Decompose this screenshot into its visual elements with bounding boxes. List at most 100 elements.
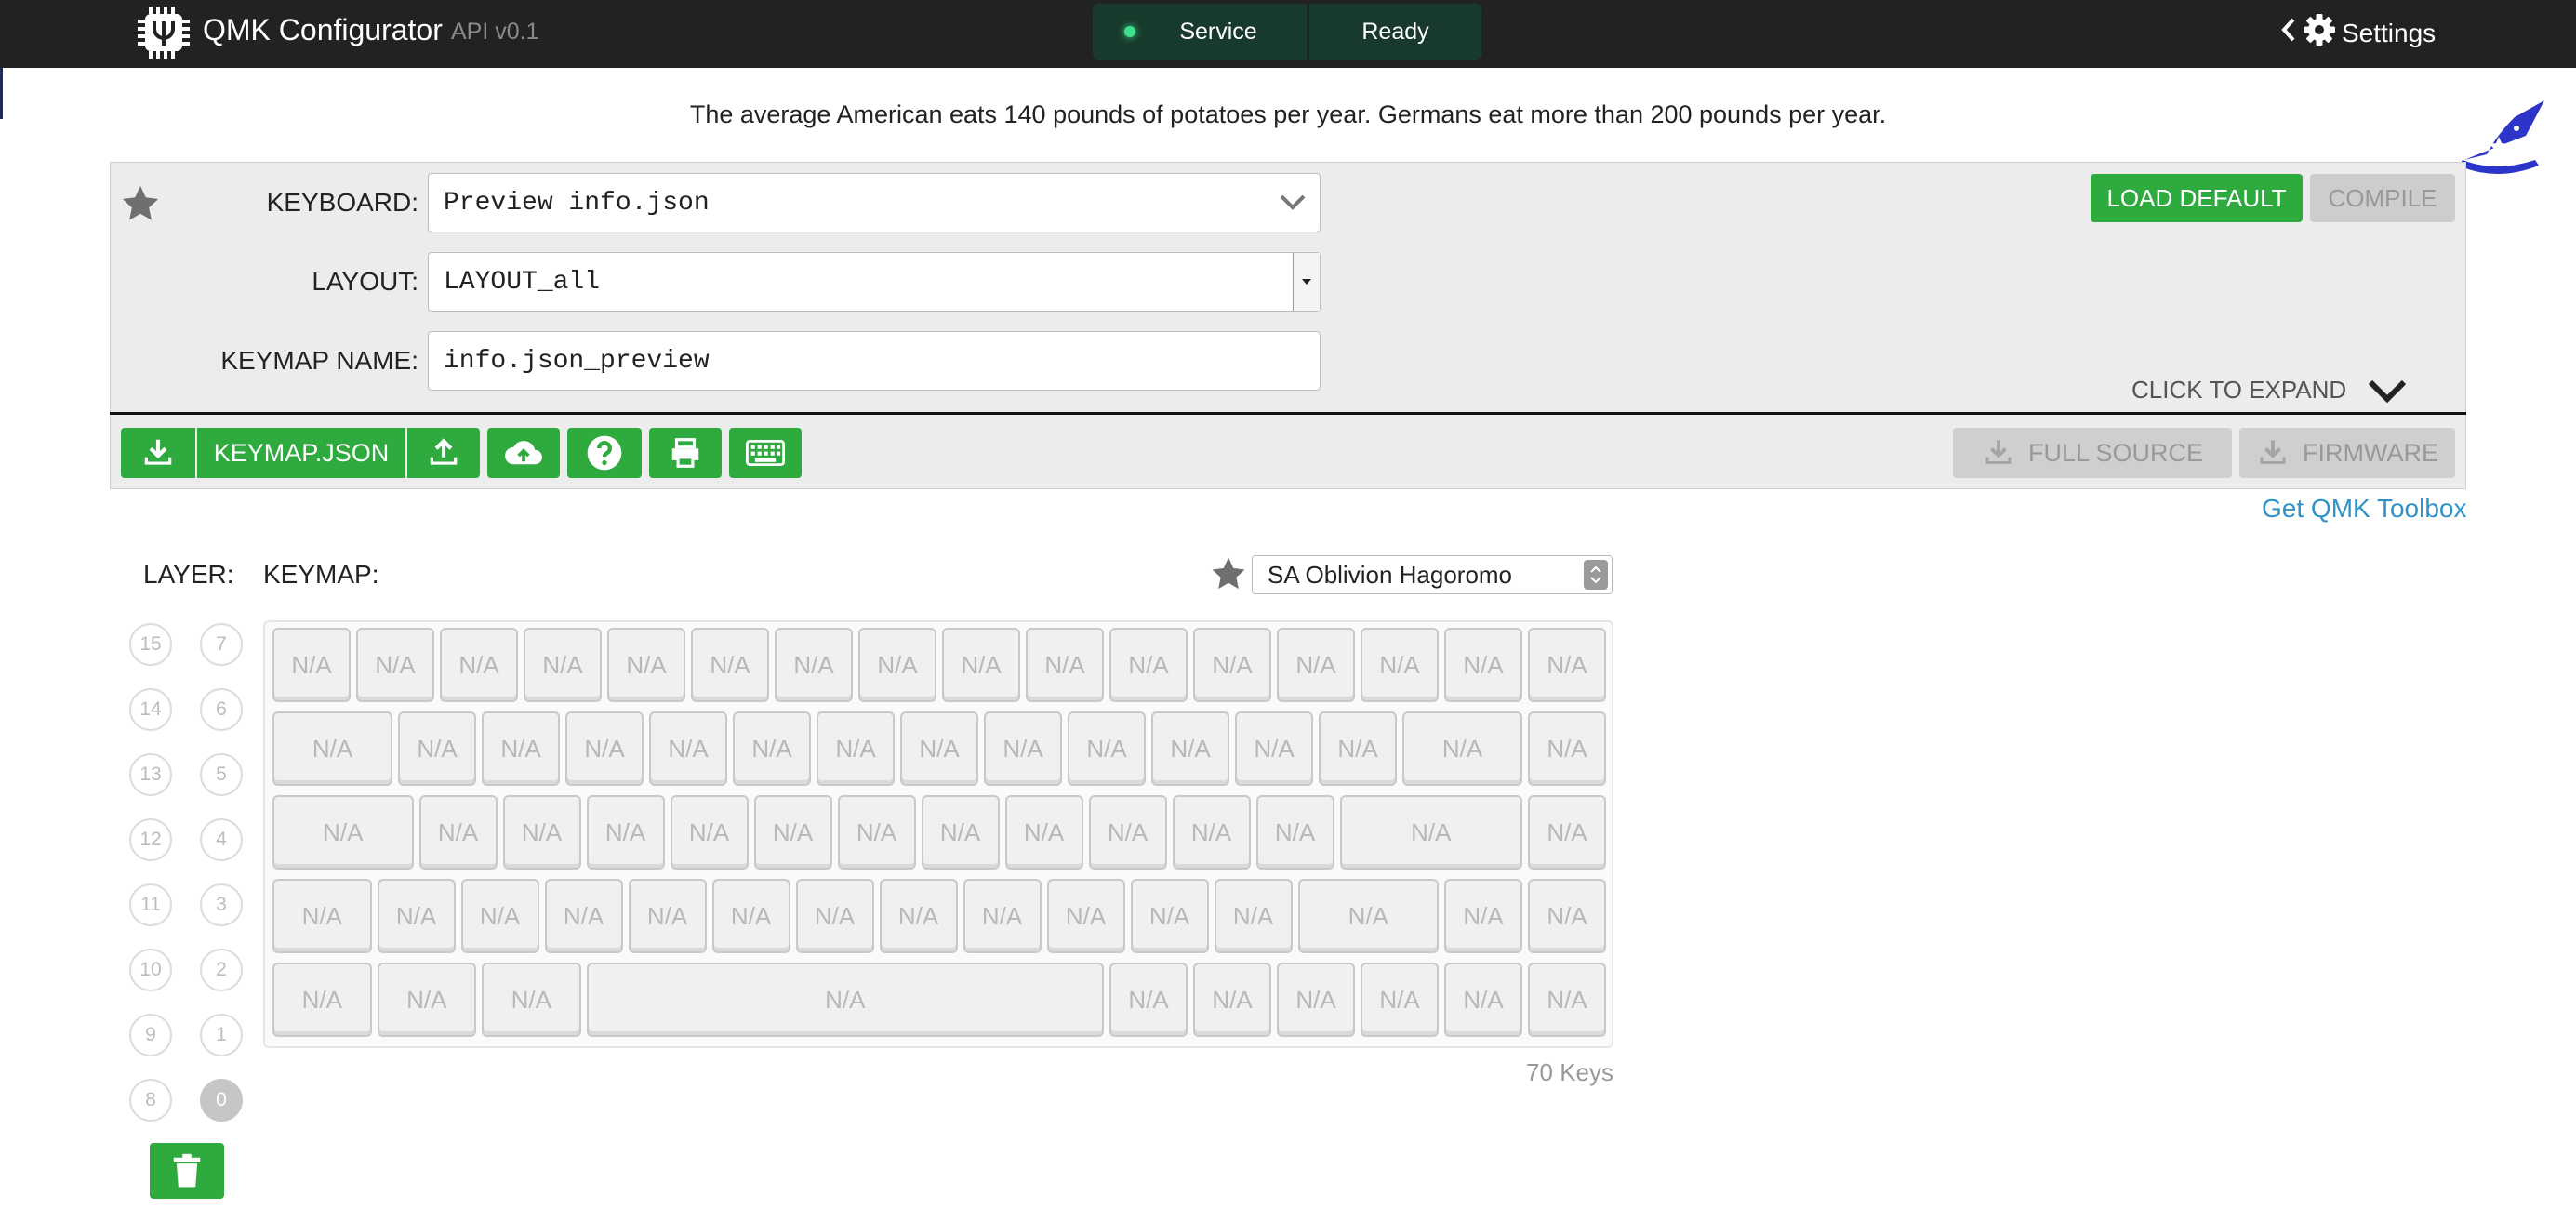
get-qmk-toolbox-link[interactable]: Get QMK Toolbox — [2262, 494, 2466, 524]
key[interactable]: N/A — [775, 628, 853, 702]
key[interactable]: N/A — [921, 795, 1000, 870]
keyboard-select[interactable]: Preview info.json — [428, 173, 1321, 232]
key[interactable]: N/A — [1109, 963, 1188, 1037]
key[interactable]: N/A — [1297, 879, 1439, 953]
key[interactable]: N/A — [942, 628, 1020, 702]
key[interactable]: N/A — [900, 711, 978, 786]
key[interactable]: N/A — [1528, 963, 1606, 1037]
key[interactable]: N/A — [272, 628, 351, 702]
key[interactable]: N/A — [1193, 963, 1271, 1037]
key[interactable]: N/A — [858, 628, 936, 702]
key[interactable]: N/A — [837, 795, 916, 870]
key[interactable]: N/A — [482, 963, 581, 1037]
layer-8-button[interactable]: 8 — [129, 1079, 172, 1122]
key[interactable]: N/A — [1193, 628, 1271, 702]
key[interactable]: N/A — [272, 711, 392, 786]
layer-13-button[interactable]: 13 — [129, 753, 172, 796]
compile-button[interactable]: COMPILE — [2310, 174, 2455, 222]
key[interactable]: N/A — [1528, 795, 1606, 870]
key[interactable]: N/A — [1528, 879, 1606, 953]
key[interactable]: N/A — [272, 795, 414, 870]
key[interactable]: N/A — [502, 795, 581, 870]
key[interactable]: N/A — [1255, 795, 1334, 870]
download-keymap-button[interactable] — [121, 428, 195, 478]
key[interactable]: N/A — [482, 711, 560, 786]
layer-0-button[interactable]: 0 — [200, 1079, 243, 1122]
layer-15-button[interactable]: 15 — [129, 623, 172, 666]
key[interactable]: N/A — [1528, 711, 1606, 786]
key[interactable]: N/A — [1444, 879, 1522, 953]
key[interactable]: N/A — [1151, 711, 1229, 786]
firmware-button[interactable]: FIRMWARE — [2239, 428, 2455, 478]
load-default-button[interactable]: LOAD DEFAULT — [2091, 174, 2303, 222]
layout-select[interactable]: LAYOUT_all — [428, 252, 1321, 312]
favorite-keycap-star-icon[interactable] — [1209, 554, 1248, 593]
key[interactable]: N/A — [356, 628, 434, 702]
key[interactable]: N/A — [1172, 795, 1251, 870]
layer-7-button[interactable]: 7 — [200, 623, 243, 666]
key[interactable]: N/A — [1277, 963, 1355, 1037]
key[interactable]: N/A — [984, 711, 1062, 786]
help-button[interactable] — [567, 428, 642, 478]
key[interactable]: N/A — [1130, 879, 1209, 953]
layer-2-button[interactable]: 2 — [200, 949, 243, 991]
layer-11-button[interactable]: 11 — [129, 883, 172, 926]
keyboard-test-button[interactable] — [729, 428, 802, 478]
key[interactable]: N/A — [1214, 879, 1293, 953]
key[interactable]: N/A — [272, 963, 372, 1037]
key[interactable]: N/A — [1109, 628, 1188, 702]
upload-keymap-button[interactable] — [407, 428, 480, 478]
click-to-expand-toggle[interactable]: CLICK TO EXPAND — [2131, 376, 2408, 405]
layer-14-button[interactable]: 14 — [129, 688, 172, 731]
key[interactable]: N/A — [418, 795, 498, 870]
key[interactable]: N/A — [711, 879, 790, 953]
key[interactable]: N/A — [544, 879, 623, 953]
key[interactable]: N/A — [1361, 963, 1439, 1037]
key[interactable]: N/A — [272, 879, 372, 953]
key[interactable]: N/A — [670, 795, 749, 870]
settings-button[interactable]: Settings — [2280, 13, 2436, 53]
key[interactable]: N/A — [1068, 711, 1146, 786]
key[interactable]: N/A — [524, 628, 602, 702]
key[interactable]: N/A — [691, 628, 769, 702]
key[interactable]: N/A — [398, 711, 476, 786]
keymap-name-input[interactable]: info.json_preview — [428, 331, 1321, 391]
key[interactable]: N/A — [377, 879, 456, 953]
key[interactable]: N/A — [586, 795, 665, 870]
key[interactable]: N/A — [460, 879, 539, 953]
key[interactable]: N/A — [1004, 795, 1083, 870]
key[interactable]: N/A — [607, 628, 685, 702]
key[interactable]: N/A — [1235, 711, 1313, 786]
key[interactable]: N/A — [440, 628, 518, 702]
key[interactable]: N/A — [795, 879, 874, 953]
key[interactable]: N/A — [1444, 628, 1522, 702]
key[interactable]: N/A — [1026, 628, 1104, 702]
delete-layer-button[interactable] — [150, 1143, 224, 1199]
key[interactable]: N/A — [963, 879, 1042, 953]
key[interactable]: N/A — [879, 879, 958, 953]
key[interactable]: N/A — [565, 711, 644, 786]
key[interactable]: N/A — [1046, 879, 1125, 953]
cloud-upload-button[interactable] — [487, 428, 560, 478]
layer-5-button[interactable]: 5 — [200, 753, 243, 796]
key[interactable]: N/A — [817, 711, 895, 786]
key[interactable]: N/A — [753, 795, 832, 870]
key[interactable]: N/A — [1402, 711, 1522, 786]
layer-4-button[interactable]: 4 — [200, 818, 243, 861]
key[interactable]: N/A — [377, 963, 476, 1037]
keymap-json-button[interactable]: KEYMAP.JSON — [197, 428, 405, 478]
key[interactable]: N/A — [649, 711, 727, 786]
print-button[interactable] — [649, 428, 722, 478]
layer-1-button[interactable]: 1 — [200, 1014, 243, 1056]
layer-10-button[interactable]: 10 — [129, 949, 172, 991]
layer-12-button[interactable]: 12 — [129, 818, 172, 861]
layer-9-button[interactable]: 9 — [129, 1014, 172, 1056]
full-source-button[interactable]: FULL SOURCE — [1953, 428, 2232, 478]
layer-6-button[interactable]: 6 — [200, 688, 243, 731]
key[interactable]: N/A — [1444, 963, 1522, 1037]
key[interactable]: N/A — [1528, 628, 1606, 702]
key[interactable]: N/A — [1319, 711, 1397, 786]
keycap-theme-select[interactable]: SA Oblivion Hagoromo — [1252, 555, 1613, 594]
key[interactable]: N/A — [1277, 628, 1355, 702]
wizard-hat-icon[interactable] — [2459, 95, 2552, 184]
